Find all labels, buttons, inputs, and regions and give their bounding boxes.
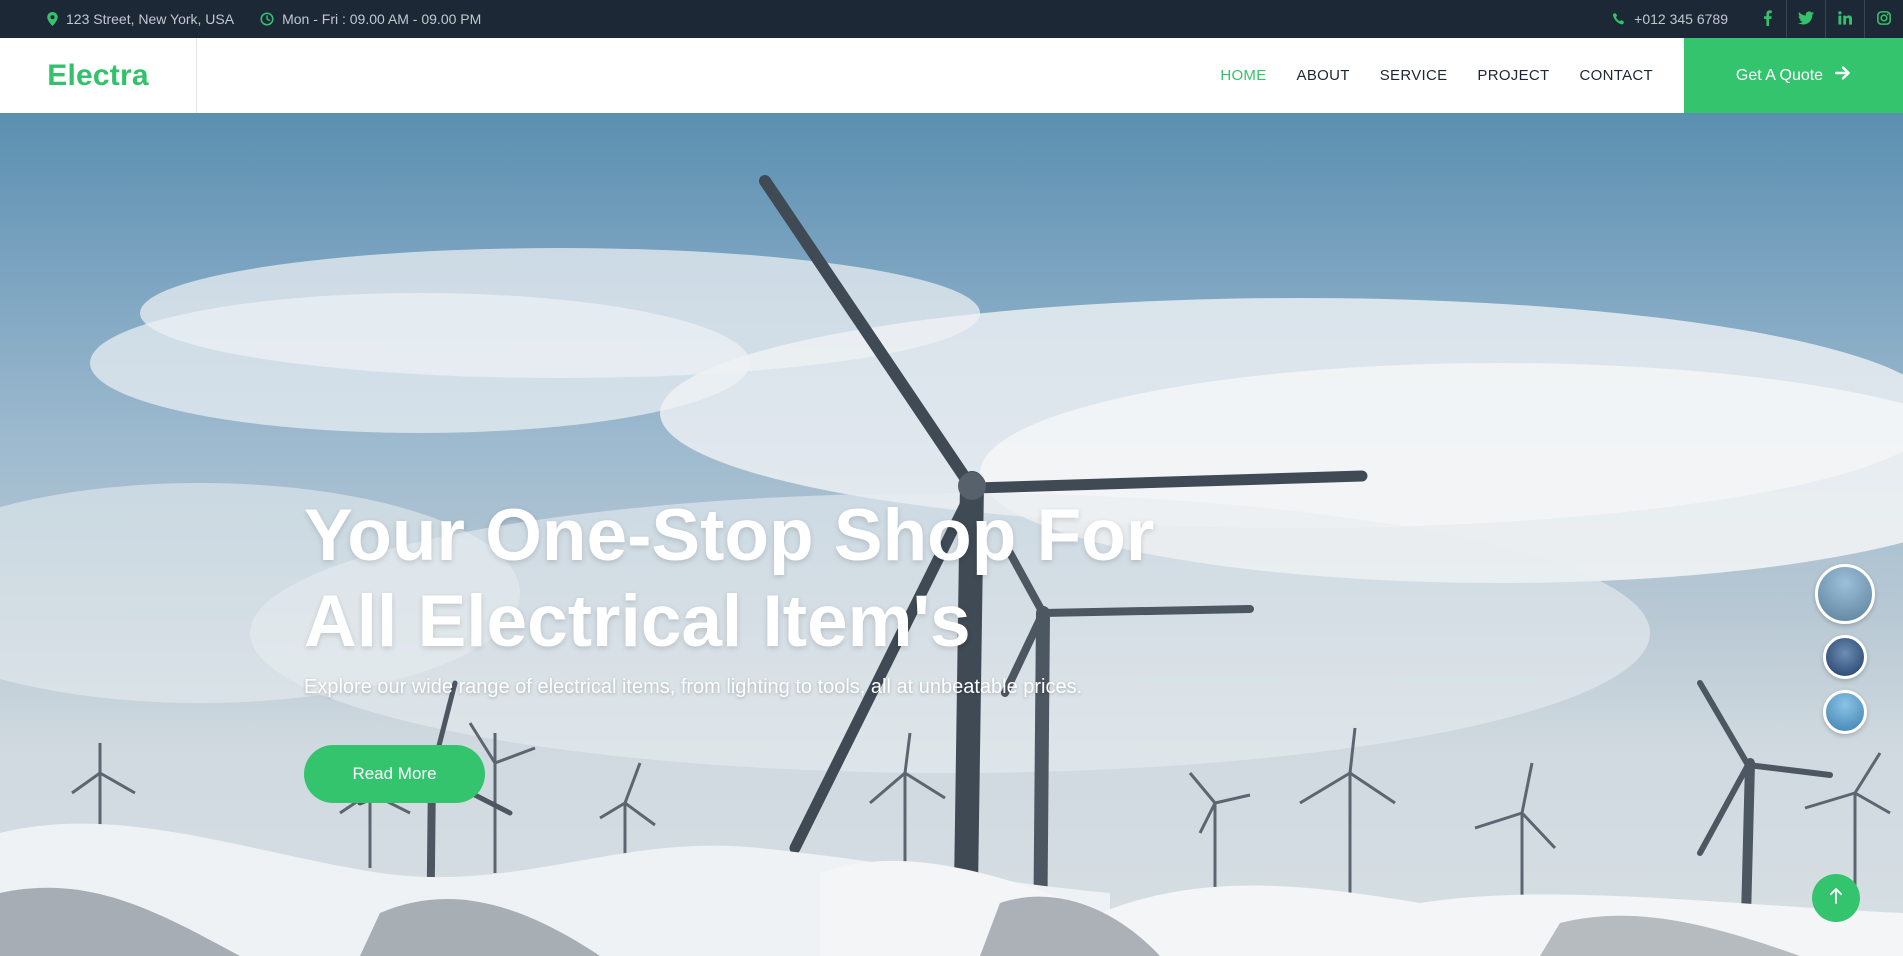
phone-info: +012 345 6789 (1612, 11, 1728, 27)
get-quote-button[interactable]: Get A Quote (1684, 38, 1903, 113)
instagram-link[interactable] (1864, 0, 1903, 38)
carousel-thumb-1[interactable] (1815, 564, 1875, 624)
arrow-right-icon (1834, 66, 1851, 85)
top-bar-left: 123 Street, New York, USA Mon - Fri : 09… (47, 0, 481, 38)
top-bar: 123 Street, New York, USA Mon - Fri : 09… (0, 0, 1903, 38)
hero-title-line1: Your One-Stop Shop For (304, 495, 1155, 576)
instagram-icon (1877, 10, 1891, 28)
address-text: 123 Street, New York, USA (66, 11, 235, 27)
map-marker-icon (47, 12, 58, 26)
phone-text: +012 345 6789 (1634, 11, 1728, 27)
hero-subtitle: Explore our wide range of electrical ite… (304, 676, 1083, 698)
hours-text: Mon - Fri : 09.00 AM - 09.00 PM (282, 11, 482, 27)
carousel-thumb-2[interactable] (1823, 635, 1867, 679)
twitter-icon (1798, 10, 1814, 28)
nav-item-about[interactable]: ABOUT (1297, 67, 1350, 84)
clock-icon (260, 12, 274, 26)
main-navbar: Electra HOME ABOUT SERVICE PROJECT CONTA… (0, 38, 1903, 113)
hero-section: Your One-Stop Shop For All Electrical It… (0, 113, 1903, 956)
nav-menu: HOME ABOUT SERVICE PROJECT CONTACT (1220, 38, 1653, 113)
brand-name: Electra (47, 58, 149, 92)
facebook-link[interactable] (1748, 0, 1786, 38)
nav-item-contact[interactable]: CONTACT (1580, 67, 1653, 84)
carousel-thumb-3[interactable] (1823, 690, 1867, 734)
nav-item-project[interactable]: PROJECT (1477, 67, 1549, 84)
hero-title-line2: All Electrical Item's (304, 581, 971, 662)
nav-item-home[interactable]: HOME (1220, 67, 1266, 84)
top-bar-right: +012 345 6789 (1612, 0, 1903, 38)
nav-item-service[interactable]: SERVICE (1380, 67, 1448, 84)
arrow-up-icon (1829, 887, 1843, 910)
get-quote-label: Get A Quote (1735, 66, 1824, 84)
twitter-link[interactable] (1786, 0, 1825, 38)
phone-icon (1612, 12, 1626, 26)
back-to-top-button[interactable] (1812, 874, 1860, 922)
brand-logo[interactable]: Electra (0, 38, 197, 113)
facebook-icon (1763, 9, 1772, 29)
hero-title: Your One-Stop Shop For All Electrical It… (304, 493, 1154, 665)
read-more-button[interactable]: Read More (304, 745, 485, 803)
hours-info: Mon - Fri : 09.00 AM - 09.00 PM (260, 11, 481, 27)
address-info: 123 Street, New York, USA (47, 11, 234, 27)
linkedin-link[interactable] (1825, 0, 1864, 38)
linkedin-icon (1838, 10, 1852, 28)
